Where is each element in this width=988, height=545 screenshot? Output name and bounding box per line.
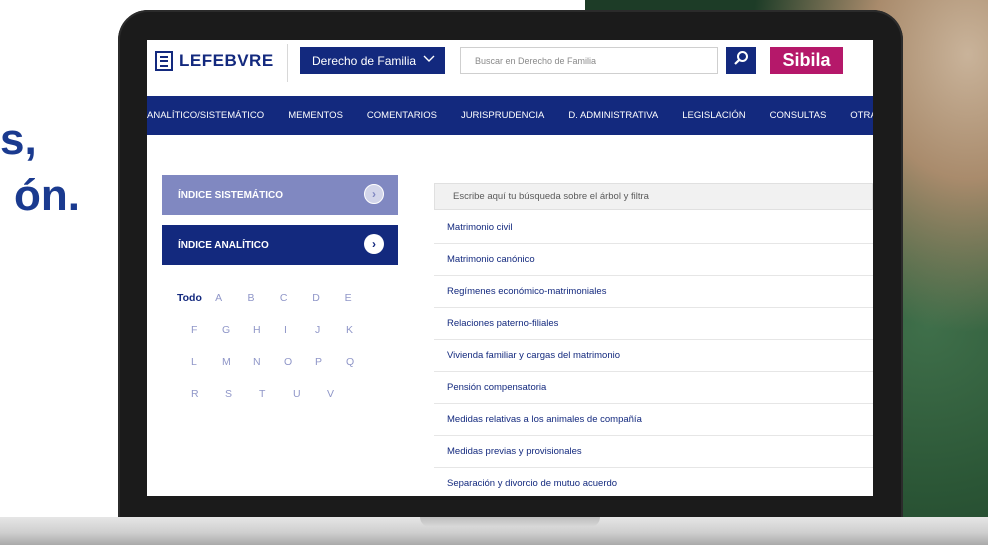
search-placeholder: Buscar en Derecho de Familia xyxy=(475,55,597,66)
letter-d[interactable]: D xyxy=(312,292,344,324)
letter-r[interactable]: R xyxy=(191,388,225,420)
letter-f[interactable]: F xyxy=(191,324,222,356)
search-input[interactable]: Buscar en Derecho de Familia xyxy=(460,47,718,74)
tree-filter-input[interactable]: Escribe aquí tu búsqueda sobre el árbol … xyxy=(434,183,873,210)
list-item[interactable]: Medidas relativas a los animales de comp… xyxy=(434,404,873,436)
letter-u[interactable]: U xyxy=(293,388,327,420)
indice-analitico-label: ÍNDICE ANALÍTICO xyxy=(178,239,269,251)
list-item[interactable]: Matrimonio civil xyxy=(434,212,873,244)
letter-c[interactable]: C xyxy=(280,292,312,324)
chevron-right-icon: › xyxy=(364,184,384,204)
letter-o[interactable]: O xyxy=(284,356,315,388)
list-item[interactable]: Separación y divorcio de mutuo acuerdo xyxy=(434,468,873,496)
list-item[interactable]: Relaciones paterno-filiales xyxy=(434,308,873,340)
list-item[interactable]: Medidas previas y provisionales xyxy=(434,436,873,468)
header-divider xyxy=(287,44,288,82)
search-button[interactable] xyxy=(726,47,756,74)
nav-jurisprudencia[interactable]: JURISPRUDENCIA xyxy=(461,110,544,121)
logo-text: LEFEBVRE xyxy=(179,51,274,70)
letter-m[interactable]: M xyxy=(222,356,253,388)
tagline-line-1: s, xyxy=(0,115,37,164)
tree-filter-placeholder: Escribe aquí tu búsqueda sobre el árbol … xyxy=(453,191,649,202)
letter-j[interactable]: J xyxy=(315,324,346,356)
alphabet-row: F G H I J K xyxy=(177,324,377,356)
sibila-button[interactable]: Sibila xyxy=(770,47,843,74)
product-select[interactable]: Derecho de Familia xyxy=(300,47,445,74)
alphabet-row: Todo A B C D E xyxy=(177,292,377,324)
laptop-base xyxy=(0,517,988,545)
letter-q[interactable]: Q xyxy=(346,356,377,388)
lefebvre-logo-icon xyxy=(155,51,173,71)
list-item[interactable]: Vivienda familiar y cargas del matrimoni… xyxy=(434,340,873,372)
letter-v[interactable]: V xyxy=(327,388,361,420)
nav-mementos[interactable]: MEMENTOS xyxy=(288,110,343,121)
list-item[interactable]: Regímenes económico-matrimoniales xyxy=(434,276,873,308)
nav-comentarios[interactable]: COMENTARIOS xyxy=(367,110,437,121)
indice-sistematico-button[interactable]: ÍNDICE SISTEMÁTICO › xyxy=(162,175,398,215)
search-icon xyxy=(733,50,749,71)
letter-t[interactable]: T xyxy=(259,388,293,420)
nav-legislacion[interactable]: LEGISLACIÓN xyxy=(682,110,745,121)
letter-l[interactable]: L xyxy=(191,356,222,388)
letter-e[interactable]: E xyxy=(345,292,377,324)
chevron-right-icon: › xyxy=(364,234,384,254)
letter-a[interactable]: A xyxy=(215,292,247,324)
list-item[interactable]: Matrimonio canónico xyxy=(434,244,873,276)
product-select-label: Derecho de Familia xyxy=(312,53,417,68)
alphabet-row: L M N O P Q xyxy=(177,356,377,388)
letter-todo[interactable]: Todo xyxy=(177,292,215,324)
app-screen: LEFEBVRE Derecho de Familia Buscar en De… xyxy=(147,40,873,496)
nav-otra-doctrina[interactable]: OTRA DO xyxy=(850,110,873,121)
letter-k[interactable]: K xyxy=(346,324,377,356)
letter-h[interactable]: H xyxy=(253,324,284,356)
lefebvre-logo[interactable]: LEFEBVRE xyxy=(155,47,274,75)
letter-s[interactable]: S xyxy=(225,388,259,420)
letter-i[interactable]: I xyxy=(284,324,315,356)
indice-analitico-button[interactable]: ÍNDICE ANALÍTICO › xyxy=(162,225,398,265)
alphabet-row: R S T U V xyxy=(177,388,377,420)
alphabet-filter: Todo A B C D E F G H I J K L M N O P Q R… xyxy=(177,292,377,420)
letter-p[interactable]: P xyxy=(315,356,346,388)
letter-n[interactable]: N xyxy=(253,356,284,388)
tagline-line-2: ón. xyxy=(14,171,80,220)
chevron-down-icon xyxy=(423,52,435,67)
indice-sistematico-label: ÍNDICE SISTEMÁTICO xyxy=(178,189,284,201)
letter-b[interactable]: B xyxy=(247,292,279,324)
laptop-notch xyxy=(420,517,600,527)
topic-list: Matrimonio civil Matrimonio canónico Reg… xyxy=(434,212,873,496)
nav-d-administrativa[interactable]: D. ADMINISTRATIVA xyxy=(568,110,658,121)
list-item[interactable]: Pensión compensatoria xyxy=(434,372,873,404)
nav-analitico-sistematico[interactable]: ANALÍTICO/SISTEMÁTICO xyxy=(147,110,264,121)
nav-consultas[interactable]: CONSULTAS xyxy=(770,110,827,121)
app-header: LEFEBVRE Derecho de Familia Buscar en De… xyxy=(147,40,873,96)
tagline: s, ón. xyxy=(0,112,120,224)
letter-g[interactable]: G xyxy=(222,324,253,356)
main-nav: ANALÍTICO/SISTEMÁTICO MEMENTOS COMENTARI… xyxy=(147,96,873,135)
